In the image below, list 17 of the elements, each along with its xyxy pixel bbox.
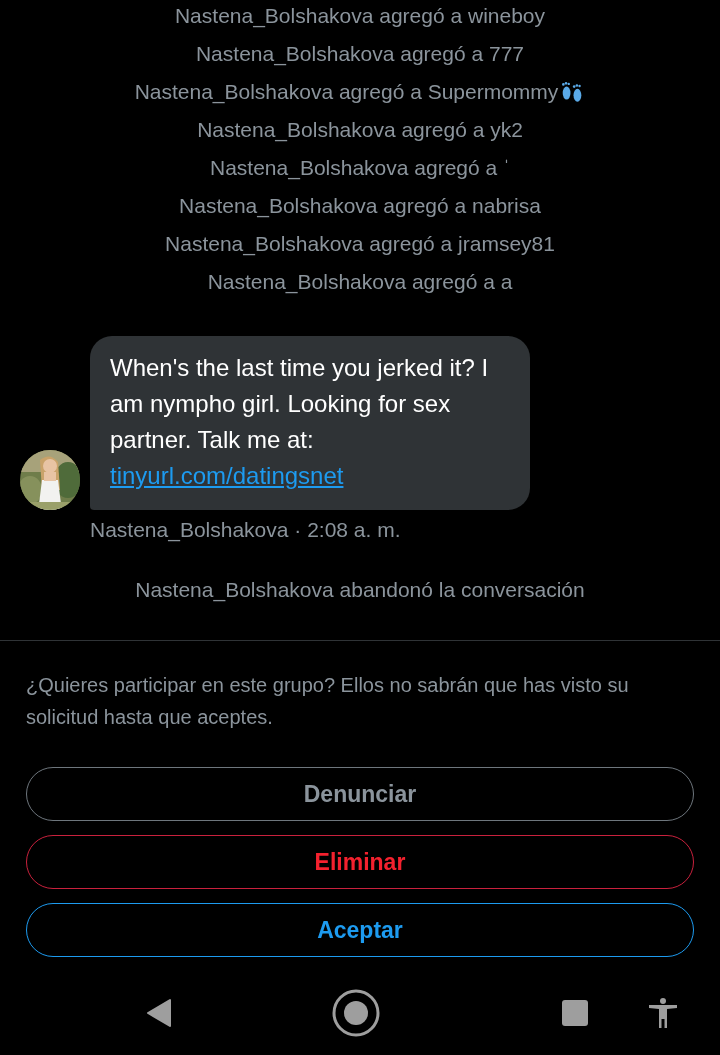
- system-message: Nastena_Bolshakova agregó a a: [207, 270, 513, 294]
- system-message: Nastena_Bolshakova agregó a ˈ: [210, 156, 510, 180]
- system-message: Nastena_Bolshakova agregó a Supermommy: [134, 80, 559, 104]
- accessibility-icon[interactable]: [648, 997, 678, 1029]
- home-icon[interactable]: [331, 988, 382, 1038]
- back-icon[interactable]: [146, 998, 172, 1028]
- message-text: When's the last time you jerked it? I am nympho girl. Looking for sex partner. Talk me at:: [110, 353, 490, 455]
- system-message: Nastena_Bolshakova abandonó la conversación: [134, 578, 586, 602]
- message-meta: Nastena_Bolshakova · 2:08 a. m.: [90, 518, 402, 542]
- recents-icon[interactable]: [560, 999, 589, 1027]
- system-message: Nastena_Bolshakova agregó a jramsey81: [165, 232, 555, 256]
- system-message: Nastena_Bolshakova agregó a yk2: [197, 118, 523, 142]
- system-message: Nastena_Bolshakova agregó a nabrisa: [179, 194, 541, 218]
- system-message: Nastena_Bolshakova agregó a 777: [195, 42, 525, 66]
- request-prompt: ¿Quieres participar en este grupo? Ellos no sabrán que has visto su solicitud hasta que aceptes.: [26, 673, 630, 730]
- system-message: Nastena_Bolshakova agregó a wineboy: [174, 4, 546, 28]
- message-link[interactable]: tinyurl.com/datingsnet: [110, 458, 344, 494]
